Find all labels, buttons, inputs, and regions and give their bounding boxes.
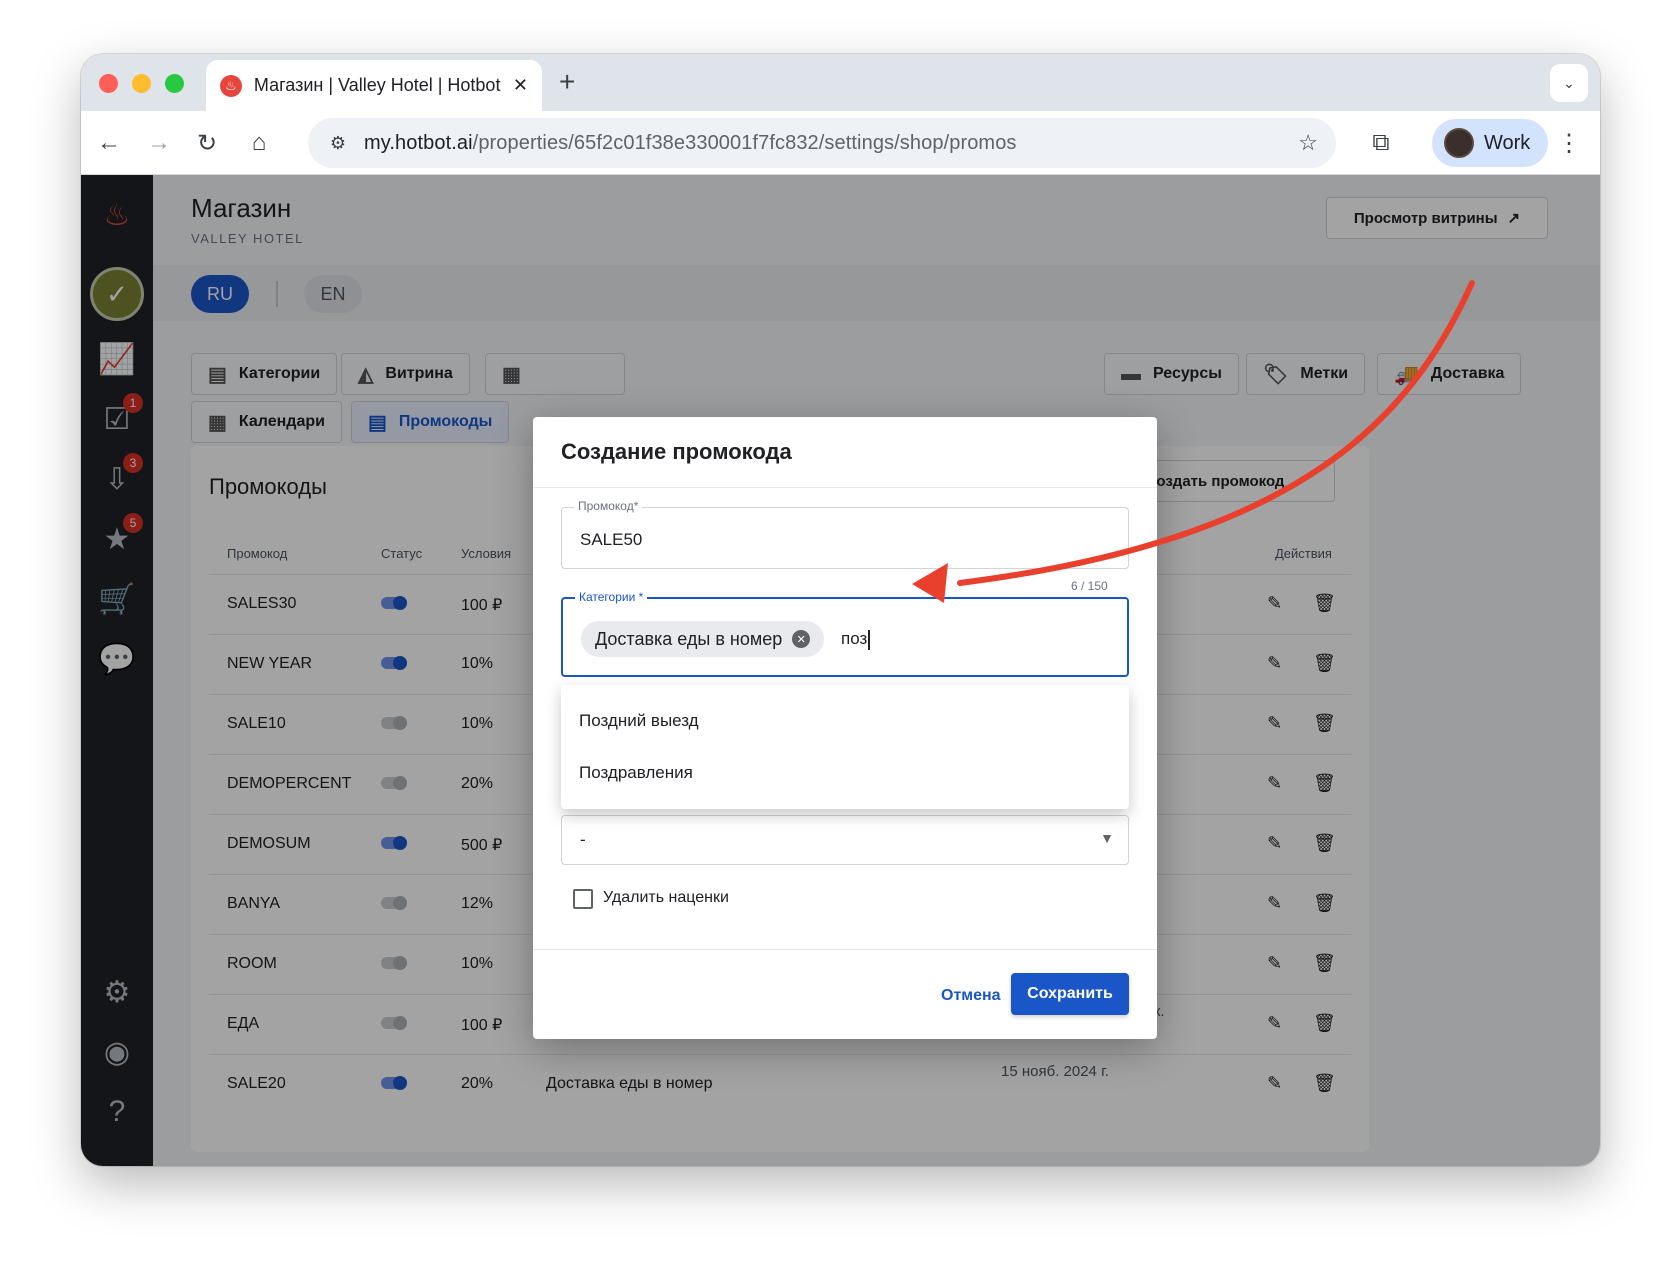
- browser-toolbar: ← → ↻ ⌂ ⚙ my.hotbot.ai/properties/65f2c0…: [81, 111, 1600, 175]
- reload-icon[interactable]: ↻: [189, 125, 225, 161]
- tab-strip: ♨ Магазин | Valley Hotel | Hotbot ✕ + ⌄: [81, 54, 1600, 111]
- extensions-puzzle-icon[interactable]: ⧉: [1363, 125, 1399, 161]
- promocode-label: Промокод*: [574, 499, 643, 513]
- close-tab-icon[interactable]: ✕: [513, 75, 528, 96]
- categories-search-input[interactable]: поз: [841, 629, 870, 650]
- char-counter: 6 / 150: [1071, 579, 1108, 593]
- bookmark-star-icon[interactable]: ☆: [1298, 130, 1318, 156]
- minimize-window-button[interactable]: [132, 74, 151, 93]
- categories-suggestions: Поздний выезд Поздравления: [561, 685, 1129, 809]
- categories-field[interactable]: Категории * Доставка еды в номер ✕ поз: [561, 590, 1129, 677]
- hotbot-favicon-icon: ♨: [220, 74, 242, 97]
- browser-window: ♨ Магазин | Valley Hotel | Hotbot ✕ + ⌄ …: [81, 54, 1600, 1166]
- url-text[interactable]: my.hotbot.ai/properties/65f2c01f38e33000…: [364, 132, 1017, 155]
- select-field[interactable]: - ▼: [561, 815, 1129, 865]
- url-path: /properties/65f2c01f38e330001f7fc832/set…: [472, 131, 1017, 154]
- categories-label: Категории *: [575, 590, 648, 604]
- dialog-footer-divider: [533, 949, 1157, 950]
- category-chip: Доставка еды в номер ✕: [581, 621, 825, 657]
- promocode-value: SALE50: [580, 530, 643, 549]
- profile-avatar: [1444, 128, 1474, 158]
- tab-title: Магазин | Valley Hotel | Hotbot: [253, 75, 501, 95]
- promocode-field[interactable]: Промокод* SALE50: [561, 499, 1129, 569]
- profile-button[interactable]: Work: [1432, 119, 1548, 167]
- home-icon[interactable]: ⌂: [241, 125, 277, 161]
- dialog-header-divider: [533, 487, 1157, 488]
- address-bar[interactable]: ⚙ my.hotbot.ai/properties/65f2c01f38e330…: [308, 118, 1336, 168]
- close-window-button[interactable]: [99, 74, 118, 93]
- remove-markups-label: Удалить наценки: [603, 889, 729, 906]
- maximize-window-button[interactable]: [165, 74, 184, 93]
- select-value: -: [580, 830, 586, 849]
- cancel-button[interactable]: Отмена: [941, 987, 1001, 1005]
- dropdown-arrow-icon: ▼: [1100, 830, 1114, 846]
- suggestion-congratulations[interactable]: Поздравления: [579, 763, 693, 783]
- profile-name: Work: [1484, 131, 1531, 154]
- remove-markups-checkbox[interactable]: [573, 889, 593, 909]
- browser-tab[interactable]: ♨ Магазин | Valley Hotel | Hotbot ✕: [206, 60, 542, 111]
- forward-icon[interactable]: →: [141, 125, 177, 161]
- new-tab-icon[interactable]: +: [559, 66, 575, 98]
- url-domain: my.hotbot.ai: [364, 131, 473, 154]
- site-settings-icon[interactable]: ⚙: [318, 133, 358, 154]
- save-button[interactable]: Сохранить: [1011, 973, 1129, 1015]
- typed-text: поз: [841, 629, 868, 648]
- dialog-title: Создание промокода: [561, 439, 792, 464]
- back-icon[interactable]: ←: [91, 125, 127, 161]
- text-caret: [868, 629, 870, 650]
- chip-label: Доставка еды в номер: [595, 628, 783, 649]
- browser-menu-icon[interactable]: ⋮: [1551, 125, 1587, 161]
- suggestion-late-checkout[interactable]: Поздний выезд: [579, 711, 699, 731]
- create-promocode-dialog: Создание промокода Промокод* SALE50 6 / …: [533, 417, 1157, 1039]
- remove-chip-icon[interactable]: ✕: [792, 630, 811, 648]
- app-content: ♨ ✓ 📈 ☑ 1 ⇩ 3 ★ 5 🛒 💬 ⚙ ◉ ? Магазин VALLEY …: [81, 175, 1600, 1166]
- tab-search-chevron-icon[interactable]: ⌄: [1550, 64, 1588, 102]
